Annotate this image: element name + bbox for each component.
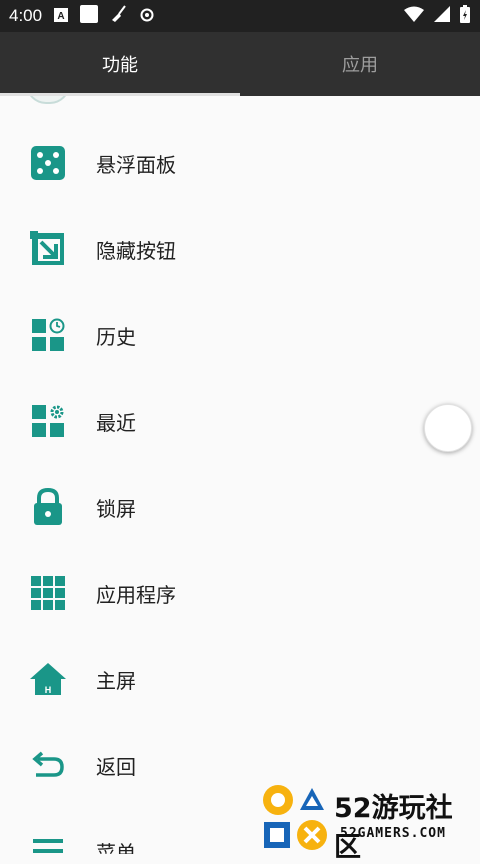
grid-clock-icon: [28, 315, 68, 355]
tab-functions[interactable]: 功能: [0, 32, 240, 96]
list-item-home-screen[interactable]: H 主屏: [0, 649, 480, 709]
list-item-hide-button[interactable]: 隐藏按钮: [0, 219, 480, 279]
list-item-recent[interactable]: 最近: [0, 391, 480, 451]
watermark: 52游玩社区 52GAMERS.COM: [262, 780, 478, 863]
svg-text:H: H: [45, 685, 52, 695]
list-item-label: 主屏: [96, 668, 136, 693]
dice-icon: [28, 143, 68, 183]
partial-item-icon: [26, 96, 70, 104]
list-item-label: 返回: [96, 754, 136, 779]
watermark-title: 52游玩社区: [334, 793, 453, 863]
tab-label: 功能: [102, 55, 138, 76]
tab-label: 应用: [342, 55, 378, 76]
tab-apps[interactable]: 应用: [240, 32, 480, 96]
list-item-history[interactable]: 历史: [0, 305, 480, 365]
status-time: 4:00: [9, 6, 43, 25]
svg-text:A: A: [57, 11, 64, 22]
grid-gear-icon: [28, 401, 68, 441]
apps-grid-icon: [28, 573, 68, 613]
broom-icon: [110, 5, 128, 27]
target-icon: [140, 7, 154, 26]
lock-icon: [28, 487, 68, 527]
arrow-in-box-icon: [28, 229, 68, 269]
signal-icon: [434, 6, 450, 26]
watermark-logo-icon: [262, 784, 332, 858]
list-item-label: 应用程序: [96, 582, 176, 607]
list-item-label: 历史: [96, 324, 136, 349]
menu-icon: [28, 831, 68, 854]
list-item-floating-panel[interactable]: 悬浮面板: [0, 133, 480, 193]
list-item-label: 悬浮面板: [96, 152, 176, 177]
back-icon: [28, 745, 68, 785]
function-list: 悬浮面板 隐藏按钮 历史 最近 锁屏 应用程序 H 主屏 返回 菜单: [0, 96, 480, 854]
list-item-label: 锁屏: [96, 496, 136, 521]
list-item-label: 最近: [96, 410, 136, 435]
list-item-applications[interactable]: 应用程序: [0, 563, 480, 623]
watermark-subtitle: 52GAMERS.COM: [340, 826, 446, 841]
list-item-label: 隐藏按钮: [96, 238, 176, 263]
home-icon: H: [28, 659, 68, 699]
font-app-icon: A: [54, 7, 69, 26]
wifi-icon: [404, 6, 424, 26]
list-item-label: 菜单: [96, 840, 136, 855]
tab-bar: 功能 应用: [0, 32, 480, 96]
list-item-lock-screen[interactable]: 锁屏: [0, 477, 480, 537]
floating-ball-button[interactable]: [424, 404, 472, 452]
blank-square-icon: [80, 5, 99, 27]
battery-icon: [460, 5, 470, 27]
status-bar: 4:00 A: [0, 0, 480, 32]
